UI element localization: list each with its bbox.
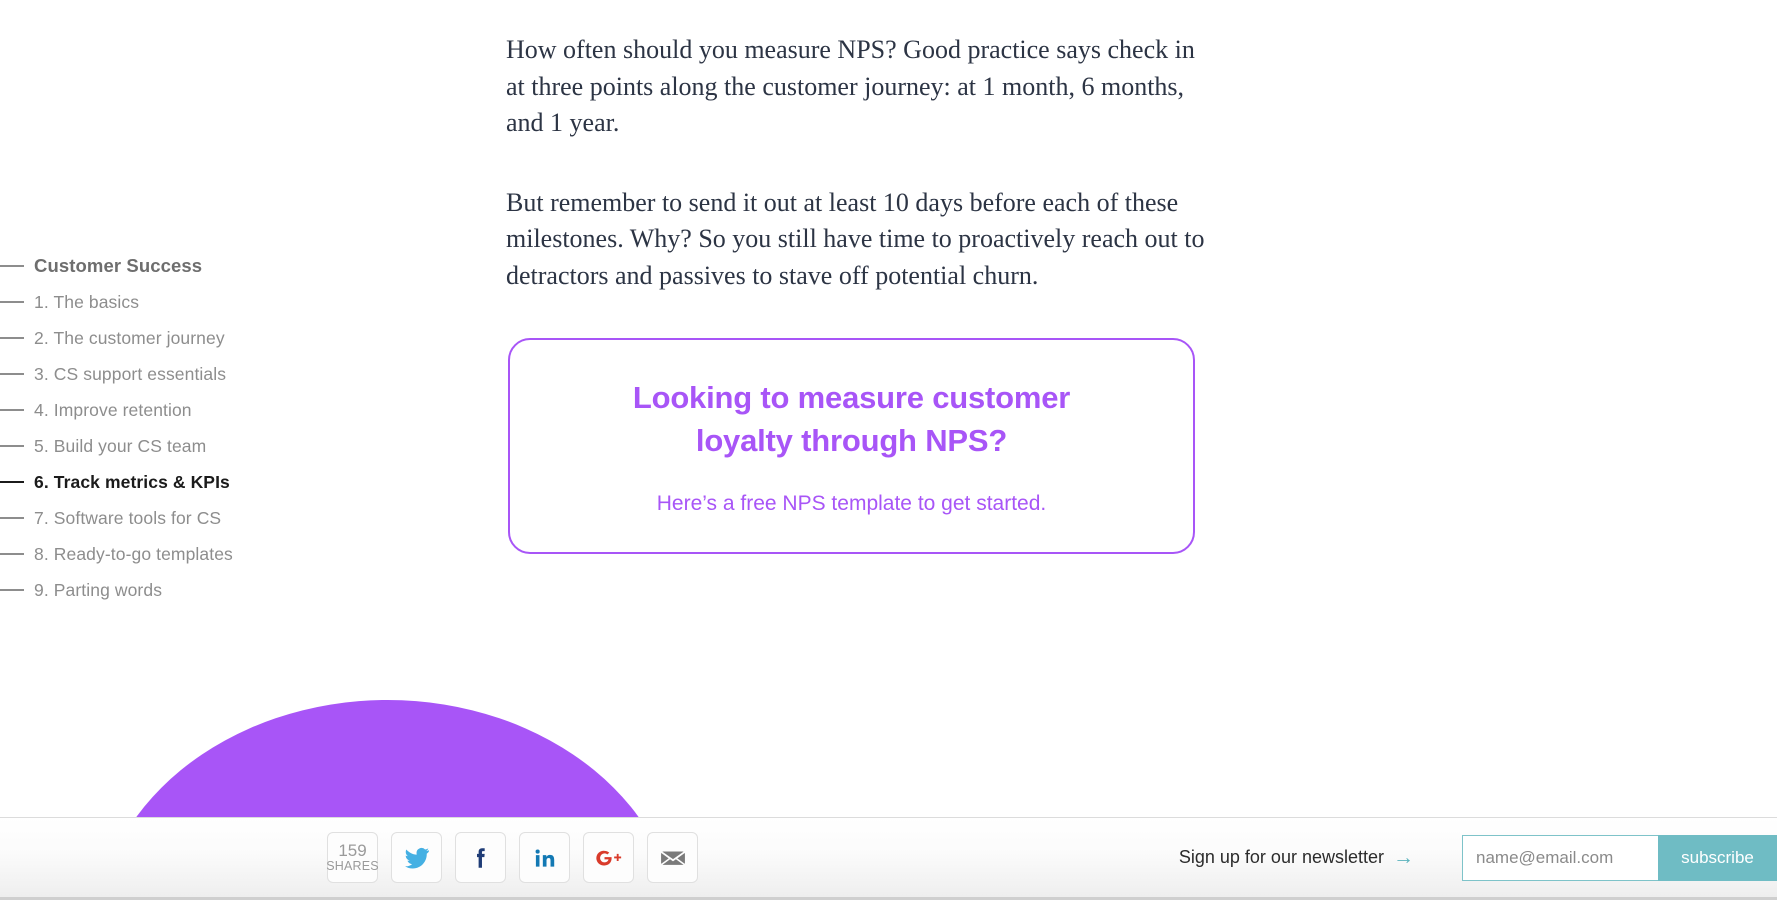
- dash-icon: [0, 553, 24, 555]
- sidebar-item-label: 9. Parting words: [34, 579, 163, 600]
- share-button-linkedin[interactable]: [519, 832, 570, 883]
- article-paragraph-1: How often should you measure NPS? Good p…: [506, 35, 1195, 137]
- page-root: Customer Success 1. The basics 2. The cu…: [0, 0, 1777, 900]
- twitter-icon: [404, 847, 429, 869]
- sidebar-item-ready-to-go-templates[interactable]: 8. Ready-to-go templates: [0, 536, 430, 572]
- dash-icon: [0, 481, 24, 483]
- sidebar-item-the-customer-journey[interactable]: 2. The customer journey: [0, 320, 430, 356]
- share-button-twitter[interactable]: [391, 832, 442, 883]
- dash-icon: [0, 301, 24, 303]
- share-count-number: 159: [338, 841, 367, 861]
- share-button-email[interactable]: [647, 832, 698, 883]
- dash-icon: [0, 445, 24, 447]
- dash-icon: [0, 337, 24, 339]
- dash-icon: [0, 265, 24, 267]
- sidebar-item-label: 3. CS support essentials: [34, 363, 227, 384]
- share-button-facebook[interactable]: [455, 832, 506, 883]
- share-count-label: SHARES: [326, 858, 379, 873]
- share-count-badge: 159 SHARES: [326, 832, 379, 883]
- article-paragraph-2: But remember to send it out at least 10 …: [506, 187, 1205, 290]
- arrow-right-icon: →: [1393, 846, 1414, 869]
- share-button-googleplus[interactable]: [583, 832, 634, 883]
- cta-template-link[interactable]: Here’s a free NPS template to get starte…: [657, 492, 1046, 516]
- linkedin-icon: [535, 849, 554, 867]
- sidebar-item-software-tools-for-cs[interactable]: 7. Software tools for CS: [0, 500, 430, 536]
- sidebar-item-label: Customer Success: [34, 255, 203, 276]
- social-share-group: 159 SHARES: [326, 832, 698, 883]
- sidebar-item-label: 6. Track metrics & KPIs: [34, 471, 230, 492]
- dash-icon: [0, 517, 24, 519]
- footer-bar: 159 SHARES Sign up for our newsletter → …: [0, 817, 1777, 900]
- sidebar-item-parting-words[interactable]: 9. Parting words: [0, 572, 430, 608]
- dash-icon: [0, 409, 24, 411]
- dash-icon: [0, 373, 24, 375]
- sidebar-item-label: 2. The customer journey: [34, 327, 225, 348]
- newsletter-label: Sign up for our newsletter: [1178, 847, 1384, 867]
- article-body: How often should you measure NPS? Good p…: [506, 0, 1206, 294]
- sidebar-item-customer-success[interactable]: Customer Success: [0, 248, 430, 284]
- sidebar-item-label: 4. Improve retention: [34, 399, 192, 420]
- sidebar-item-build-your-cs-team[interactable]: 5. Build your CS team: [0, 428, 430, 464]
- cta-callout-box[interactable]: Looking to measure customer loyalty thro…: [508, 338, 1195, 554]
- sidebar-item-label: 1. The basics: [34, 291, 140, 312]
- facebook-icon: [476, 847, 485, 868]
- sidebar-item-label: 8. Ready-to-go templates: [34, 543, 233, 564]
- sidebar-item-cs-support-essentials[interactable]: 3. CS support essentials: [0, 356, 430, 392]
- sidebar-item-label: 5. Build your CS team: [34, 435, 207, 456]
- sidebar-item-the-basics[interactable]: 1. The basics: [0, 284, 430, 320]
- newsletter-prompt: Sign up for our newsletter →: [1179, 847, 1414, 868]
- newsletter-signup-form: subscribe: [1462, 834, 1777, 881]
- googleplus-icon: [595, 850, 621, 866]
- subscribe-button[interactable]: subscribe: [1658, 834, 1777, 881]
- sidebar-item-track-metrics-kpis[interactable]: 6. Track metrics & KPIs: [0, 464, 430, 500]
- sidebar-item-label: 7. Software tools for CS: [34, 507, 222, 528]
- sidebar-toc: Customer Success 1. The basics 2. The cu…: [0, 248, 430, 608]
- email-icon: [660, 851, 685, 865]
- dash-icon: [0, 589, 24, 591]
- email-input[interactable]: [1462, 834, 1658, 881]
- cta-title: Looking to measure customer loyalty thro…: [632, 380, 1071, 458]
- sidebar-item-improve-retention[interactable]: 4. Improve retention: [0, 392, 430, 428]
